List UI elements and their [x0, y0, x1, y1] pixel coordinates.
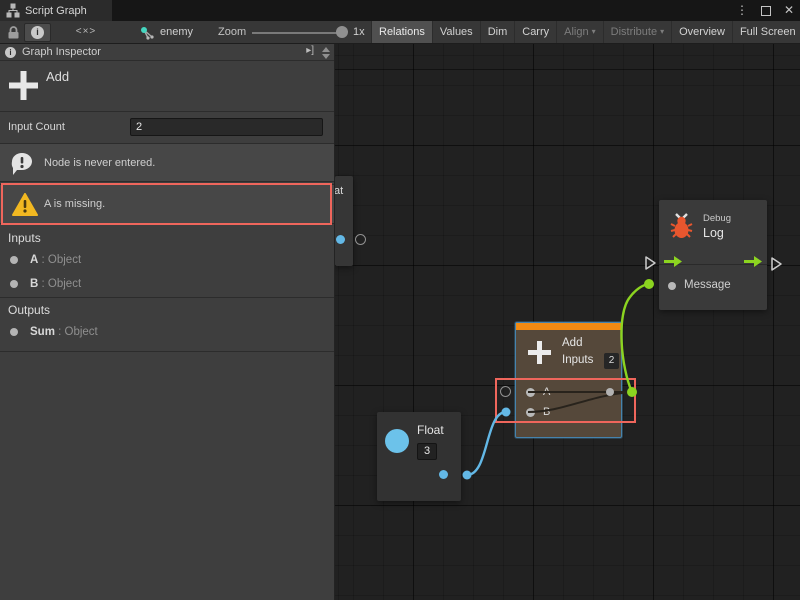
flow-triangle-icon: [770, 256, 783, 272]
flow-output-arrow-icon[interactable]: [744, 256, 762, 267]
info-message-text: Node is never entered.: [44, 144, 155, 181]
distribute-dropdown[interactable]: Distribute▾: [603, 21, 671, 43]
empty-port-ring-icon: [355, 234, 366, 245]
message-input-port[interactable]: [668, 282, 676, 290]
chevron-down-icon: ▾: [660, 27, 664, 36]
tab-script-graph[interactable]: Script Graph: [0, 0, 112, 21]
zoom-slider-handle[interactable]: [336, 26, 348, 38]
edge-endpoint: [463, 471, 472, 480]
graph-toolbar: i <×> enemy Zoom 1x Relations Values Dim…: [0, 21, 800, 44]
scroll-down-icon[interactable]: [322, 54, 330, 59]
input-count-label: Input Count: [8, 112, 65, 142]
carry-button[interactable]: Carry: [514, 21, 556, 43]
warning-message-row: A is missing.: [0, 184, 334, 224]
input-count-row: Input Count: [0, 112, 334, 143]
inputs-title: Inputs: [8, 231, 41, 245]
zoom-value: 1x: [353, 21, 365, 43]
debug-node-title-line2: Log: [703, 226, 724, 240]
hidden-node-port[interactable]: [336, 235, 345, 244]
edge-endpoint: [644, 279, 654, 289]
graph-inspector-panel: i Graph Inspector ▸] Add Input Count Nod…: [0, 44, 335, 600]
dim-button[interactable]: Dim: [480, 21, 515, 43]
float-value-field[interactable]: 3: [417, 443, 437, 460]
info-message-row: Node is never entered.: [0, 143, 334, 182]
node-warning-colorbar: [516, 323, 621, 330]
scroll-up-icon[interactable]: [322, 47, 330, 52]
lock-icon[interactable]: [7, 26, 20, 39]
warning-message-text: A is missing.: [44, 185, 105, 223]
port-dot-icon: [10, 280, 18, 288]
input-port-row-b: B : Object: [0, 272, 334, 296]
flow-triangle-icon: [644, 255, 657, 271]
inspector-title: Graph Inspector: [22, 46, 101, 58]
graph-breadcrumb-icon: [140, 26, 155, 40]
window-menu-icon[interactable]: ⋮: [736, 0, 748, 21]
plus-icon: [526, 339, 553, 366]
info-icon: i: [31, 26, 44, 39]
debug-node-title-line1: Debug: [703, 213, 731, 224]
tab-title: Script Graph: [25, 5, 87, 17]
add-node-title-line2: Inputs: [562, 354, 593, 366]
overview-button[interactable]: Overview: [671, 21, 732, 43]
speech-exclamation-icon: [9, 151, 35, 177]
window-controls: ⋮ ✕: [736, 0, 794, 21]
zoom-label: Zoom: [218, 21, 246, 43]
hidden-node-title: at: [335, 185, 343, 197]
port-dot-icon: [10, 256, 18, 264]
inspector-toggle-button[interactable]: i: [24, 23, 51, 42]
flow-input-arrow-icon[interactable]: [664, 256, 682, 267]
toolbar-buttons: Relations Values Dim Carry Align▾ Distri…: [371, 21, 800, 43]
float-type-icon: [385, 429, 409, 453]
input-count-badge: 2: [604, 353, 619, 369]
code-preview-button[interactable]: <×>: [66, 21, 106, 43]
outputs-title: Outputs: [8, 303, 50, 317]
outputs-section: Outputs Sum : Object: [0, 298, 334, 352]
debug-log-node[interactable]: Debug Log Message: [659, 200, 767, 310]
port-dot-icon: [10, 328, 18, 336]
plus-icon: [7, 69, 40, 102]
chevron-down-icon: ▾: [592, 27, 596, 36]
add-node-title-line1: Add: [562, 337, 582, 349]
info-icon: i: [5, 47, 16, 58]
float-output-port[interactable]: [439, 470, 448, 479]
zoom-slider-track[interactable]: [252, 32, 342, 34]
warning-triangle-icon: [12, 193, 38, 217]
full-screen-button[interactable]: Full Screen: [732, 21, 800, 43]
close-icon[interactable]: ✕: [784, 0, 794, 21]
graph-name-breadcrumb[interactable]: enemy: [160, 21, 193, 43]
bug-icon: [667, 211, 696, 240]
input-port-row-a: A : Object: [0, 248, 334, 272]
value-edge-add-to-debug[interactable]: [621, 284, 648, 392]
missing-port-highlight-border: [495, 378, 636, 423]
maximize-icon[interactable]: [761, 6, 771, 16]
window-tab-bar: Script Graph ⋮ ✕: [0, 0, 800, 21]
values-button[interactable]: Values: [432, 21, 480, 43]
partially-hidden-node[interactable]: at: [335, 176, 353, 266]
inspector-header: i Graph Inspector ▸]: [0, 44, 334, 61]
align-dropdown[interactable]: Align▾: [556, 21, 602, 43]
output-port-row-sum: Sum : Object: [0, 320, 334, 344]
graph-canvas[interactable]: at Float 3 Add Inputs 2 A B Debug L: [335, 44, 800, 600]
float-node[interactable]: Float 3: [377, 412, 461, 501]
relations-button[interactable]: Relations: [371, 21, 432, 43]
inputs-section: Inputs A : Object B : Object: [0, 225, 334, 298]
graph-hierarchy-icon: [6, 3, 20, 18]
float-node-title: Float: [417, 423, 444, 437]
selected-node-header: Add: [0, 61, 334, 112]
input-count-field[interactable]: [130, 118, 323, 136]
message-port-label: Message: [684, 279, 731, 291]
selected-node-title: Add: [46, 69, 69, 84]
dock-panel-icon[interactable]: ▸]: [306, 45, 314, 56]
